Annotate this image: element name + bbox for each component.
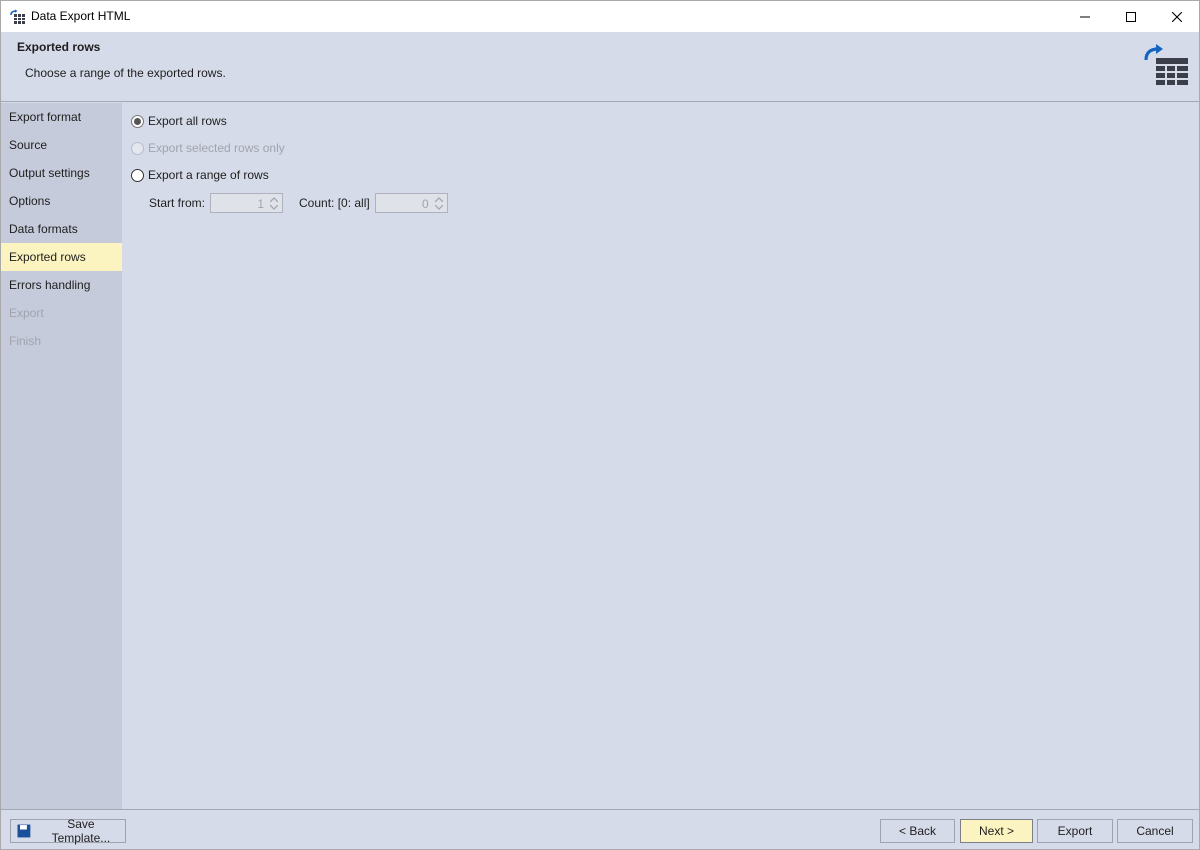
- spin-up-icon[interactable]: [268, 195, 280, 203]
- wizard-footer: Save Template... < Back Next > Export Ca…: [1, 809, 1199, 849]
- count-label: Count: [0: all]: [299, 196, 370, 210]
- sidebar-item-output-settings[interactable]: Output settings: [1, 159, 122, 187]
- sidebar-item-source[interactable]: Source: [1, 131, 122, 159]
- export-all-rows-label[interactable]: Export all rows: [148, 114, 227, 128]
- title-bar: Data Export HTML: [1, 1, 1199, 32]
- export-range-radio[interactable]: [131, 168, 144, 182]
- export-selected-rows-label: Export selected rows only: [148, 141, 285, 155]
- export-table-icon: [1144, 44, 1188, 85]
- page-subtitle: Choose a range of the exported rows.: [25, 66, 226, 80]
- page-title: Exported rows: [17, 40, 101, 54]
- save-template-label: Save Template...: [51, 817, 111, 845]
- start-from-value: 1: [257, 197, 265, 211]
- next-button[interactable]: Next >: [960, 819, 1033, 843]
- save-icon: [17, 824, 31, 838]
- spin-down-icon[interactable]: [433, 203, 445, 211]
- sidebar-item-options[interactable]: Options: [1, 187, 122, 215]
- cancel-button[interactable]: Cancel: [1117, 819, 1193, 843]
- wizard-sidebar: Export format Source Output settings Opt…: [1, 103, 122, 809]
- sidebar-item-data-formats[interactable]: Data formats: [1, 215, 122, 243]
- maximize-icon: [1126, 11, 1136, 22]
- start-from-spinner[interactable]: 1: [210, 193, 284, 213]
- export-all-rows-radio[interactable]: [131, 114, 144, 128]
- sidebar-item-errors-handling[interactable]: Errors handling: [1, 271, 122, 299]
- sidebar-item-export-format[interactable]: Export format: [1, 103, 122, 131]
- table-export-icon: [10, 9, 25, 24]
- count-value: 0: [422, 197, 429, 211]
- window-title: Data Export HTML: [31, 9, 131, 23]
- range-fields: Start from: 1 Count: [0: all] 0: [149, 193, 448, 213]
- export-all-rows-option[interactable]: Export all rows: [131, 113, 227, 129]
- export-range-option[interactable]: Export a range of rows: [131, 167, 269, 183]
- maximize-button[interactable]: [1108, 1, 1154, 32]
- sidebar-item-export: Export: [9, 306, 44, 320]
- export-selected-rows-option: Export selected rows only: [131, 140, 285, 156]
- export-selected-rows-radio: [131, 141, 144, 155]
- spin-down-icon[interactable]: [268, 203, 280, 211]
- close-button[interactable]: [1154, 1, 1200, 32]
- minimize-icon: [1080, 16, 1090, 17]
- sidebar-item-exported-rows[interactable]: Exported rows: [1, 243, 122, 271]
- back-button[interactable]: < Back: [880, 819, 955, 843]
- minimize-button[interactable]: [1062, 1, 1108, 32]
- close-icon: [1172, 11, 1182, 22]
- sidebar-item-finish: Finish: [9, 334, 42, 348]
- start-from-label: Start from:: [149, 196, 206, 210]
- wizard-header: Exported rows Choose a range of the expo…: [1, 32, 1199, 102]
- save-template-button[interactable]: Save Template...: [10, 817, 126, 845]
- wizard-content: Export all rows Export selected rows onl…: [122, 103, 1199, 809]
- count-spinner[interactable]: 0: [374, 193, 448, 213]
- export-wizard-window: Data Export HTML Exported rows Choose a …: [0, 0, 1200, 850]
- spin-up-icon[interactable]: [433, 195, 445, 203]
- export-range-label[interactable]: Export a range of rows: [148, 168, 269, 182]
- export-button[interactable]: Export: [1037, 819, 1113, 843]
